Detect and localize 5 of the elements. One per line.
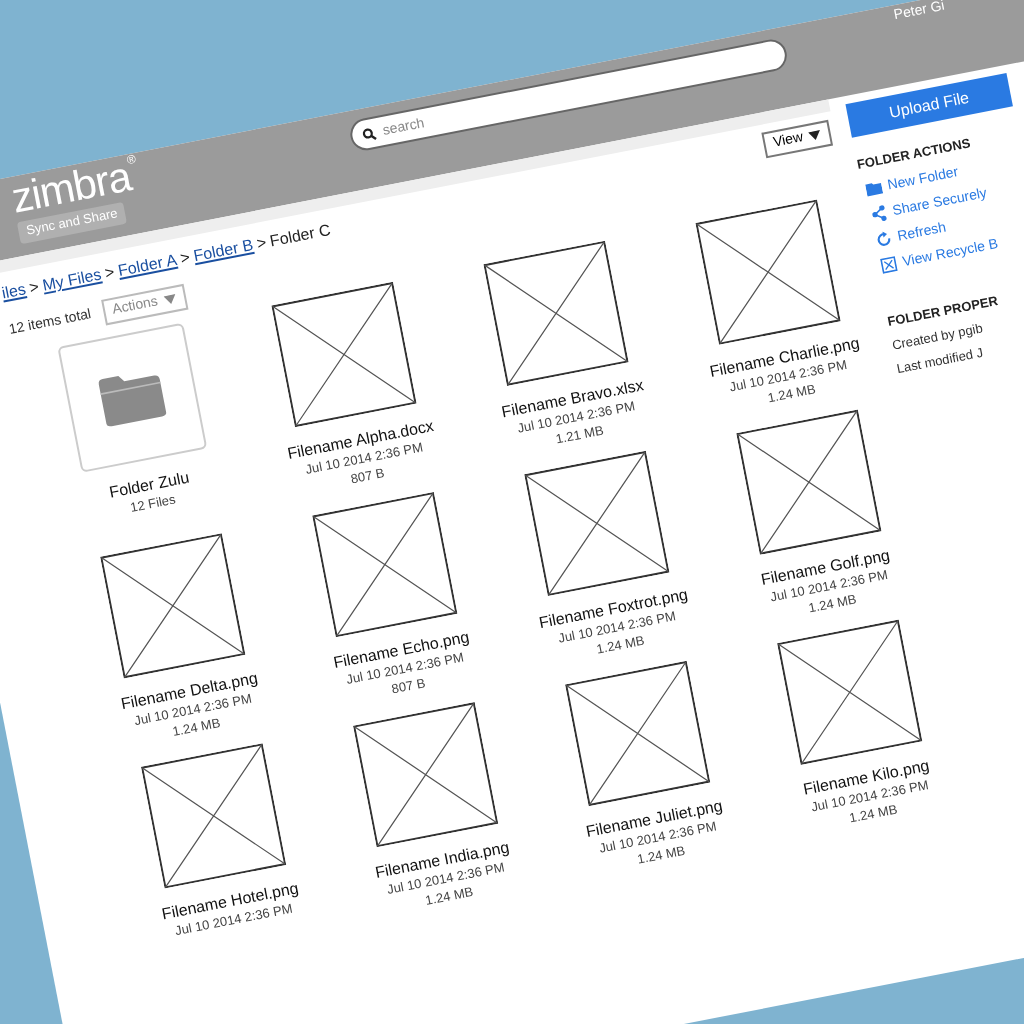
breadcrumb-separator: > bbox=[178, 248, 192, 268]
breadcrumb-current: Folder C bbox=[268, 221, 333, 251]
breadcrumb-separator: > bbox=[103, 263, 116, 283]
breadcrumb-separator: > bbox=[27, 277, 41, 298]
breadcrumb-separator: > bbox=[255, 233, 268, 253]
